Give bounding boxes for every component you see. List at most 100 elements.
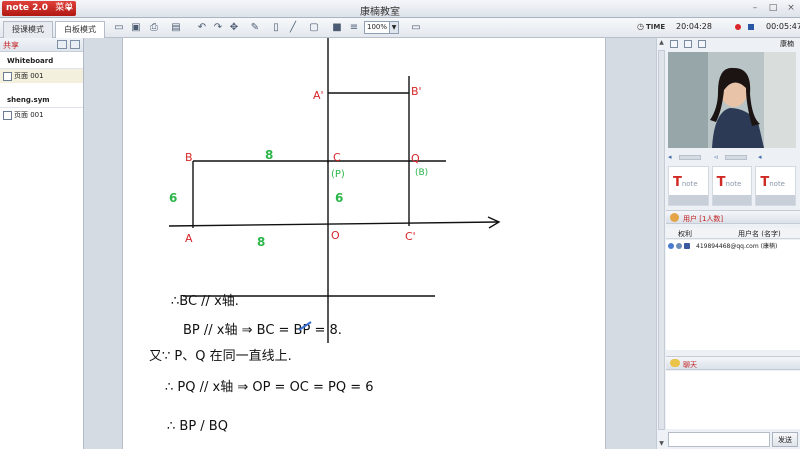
line-width-icon[interactable]: ≡ <box>348 22 360 34</box>
label-a: A <box>185 232 193 245</box>
handwriting-layer: A' B' B C Q A O C' 8 6 6 8 (P) (B) ∴BC /… <box>149 38 501 434</box>
close-icon[interactable]: × <box>786 3 796 13</box>
column-permission: 权利 <box>678 230 692 238</box>
window-title: 康楠教室 <box>360 7 400 18</box>
label-b-prime: B' <box>411 85 422 98</box>
label-q: Q <box>411 152 420 165</box>
line-icon[interactable]: ╱ <box>287 22 299 34</box>
whiteboard-canvas[interactable]: A' B' B C Q A O C' 8 6 6 8 (P) (B) ∴BC /… <box>122 38 606 449</box>
timer: ◷ TIME <box>637 22 665 31</box>
tnote-logo: Tnote <box>760 175 785 190</box>
chat-header: 聊天 <box>666 356 800 370</box>
zoom-select[interactable]: 100% ▼ <box>364 21 399 34</box>
app-menu-button[interactable]: note 2.0 菜单 <box>2 1 76 16</box>
volume-controls: ◂ ◃ ◂ <box>668 152 796 162</box>
length-bc: 8 <box>265 148 273 162</box>
student-video-slot[interactable]: Tnote <box>668 166 709 206</box>
clock-icon: ◷ <box>637 22 644 31</box>
page-icon <box>3 110 12 120</box>
fullscreen-icon[interactable] <box>698 40 706 48</box>
student-video-slot[interactable]: Tnote <box>711 166 753 206</box>
window-icon[interactable] <box>70 40 80 49</box>
users-count-label: 用户 [1人数] <box>683 215 724 223</box>
toolbar: 授课模式 白板模式 ▭ ▣ ⎙ ▤ ↶ ↷ ✥ ✎ ▯ ╱ ▢ ■ ≡ 100%… <box>0 18 800 38</box>
student-video-slot[interactable]: Tnote <box>755 166 797 206</box>
user-row[interactable]: 419894468@qq.com (康楠) <box>668 241 798 250</box>
right-panel: 康楠 ◂ ◃ ◂ Tnote Tnote Tnote 用户 [1人数] 权利 用… <box>666 38 800 449</box>
monitor-icon[interactable]: ▭ <box>410 22 422 34</box>
proof-line-5: ∴ BP / BQ <box>167 419 228 434</box>
camera-icon[interactable] <box>670 40 678 48</box>
undo-icon[interactable]: ↶ <box>196 22 208 34</box>
video-controls: 康楠 <box>666 38 800 50</box>
app-logo: note 2.0 <box>6 3 49 13</box>
label-p: (P) <box>331 169 345 180</box>
chevron-down-icon: ▼ <box>389 22 398 33</box>
chat-messages <box>666 371 800 429</box>
elapsed-time: 00:05:47 <box>766 22 800 31</box>
maximize-icon[interactable]: □ <box>768 3 778 13</box>
screen-capture-icon[interactable]: ▤ <box>170 22 182 34</box>
label-c-prime: C' <box>405 230 416 243</box>
page-label: 页面 001 <box>14 111 44 119</box>
mic-volume-slider[interactable] <box>679 154 701 160</box>
send-button[interactable]: 发送 <box>772 432 798 447</box>
proof-line-1: ∴BC // x轴. <box>171 294 239 309</box>
teacher-video <box>668 52 796 148</box>
time-label: TIME <box>645 22 666 31</box>
mic-icon[interactable]: ◂ <box>668 153 676 161</box>
speaker-icon[interactable]: ◃ <box>714 153 722 161</box>
zoom-value: 100% <box>367 23 388 31</box>
minimize-icon[interactable]: – <box>750 3 760 13</box>
length-ao: 8 <box>257 235 265 249</box>
label-a-prime: A' <box>313 89 324 102</box>
chat-label: 聊天 <box>683 361 697 369</box>
scroll-down-icon[interactable]: ▼ <box>658 440 665 448</box>
proof-line-3: 又∵ P、Q 在同一直线上. <box>149 349 292 364</box>
title-bar: note 2.0 菜单 康楠教室 – □ × <box>0 0 800 18</box>
move-icon[interactable]: ✥ <box>228 22 240 34</box>
scroll-thumb[interactable] <box>658 50 665 430</box>
scroll-up-icon[interactable]: ▲ <box>658 39 665 47</box>
tab-whiteboard-mode[interactable]: 白板模式 <box>55 21 105 38</box>
color-icon[interactable]: ■ <box>331 22 343 34</box>
user-name: 419894468@qq.com (康楠) <box>696 243 778 250</box>
share-panel-header: 共享 <box>0 38 83 52</box>
save-icon[interactable]: ▣ <box>130 22 142 34</box>
text-icon[interactable]: ▯ <box>270 22 282 34</box>
shape-icon[interactable]: ▢ <box>308 22 320 34</box>
tab-teaching-mode[interactable]: 授课模式 <box>3 21 53 38</box>
users-list: 419894468@qq.com (康楠) <box>666 240 800 350</box>
settings-icon[interactable] <box>684 40 692 48</box>
whiteboard-area: A' B' B C Q A O C' 8 6 6 8 (P) (B) ∴BC /… <box>84 38 656 449</box>
record-icon[interactable] <box>735 24 741 30</box>
user-icon <box>670 213 679 222</box>
pen-icon[interactable]: ✎ <box>249 22 261 34</box>
length-ab: 6 <box>169 191 177 205</box>
stop-icon[interactable] <box>748 24 754 30</box>
page-item[interactable]: 页面 001 <box>0 69 83 83</box>
student-videos: Tnote Tnote Tnote <box>668 166 797 206</box>
board-scrollbar[interactable]: ▲ ▼ <box>656 38 666 449</box>
label-b-paren: (B) <box>415 168 428 178</box>
users-columns: 权利 用户名 (名字) <box>666 228 800 239</box>
page-icon <box>3 71 12 81</box>
share-label: 共享 <box>3 41 19 50</box>
users-header: 用户 [1人数] <box>666 210 800 224</box>
label-c: C <box>333 151 341 164</box>
label-o: O <box>331 229 340 242</box>
speaker-icon[interactable]: ◂ <box>758 153 766 161</box>
print-icon[interactable]: ⎙ <box>148 22 160 34</box>
page-item[interactable]: 页面 001 <box>0 108 83 122</box>
current-time: 20:04:28 <box>676 22 712 31</box>
new-page-icon[interactable]: ▭ <box>113 22 125 34</box>
page-label: 页面 001 <box>14 72 44 80</box>
speaker-volume-slider[interactable] <box>725 154 747 160</box>
chevron-down-icon <box>66 7 72 11</box>
tnote-logo: Tnote <box>716 175 742 190</box>
upload-icon[interactable] <box>57 40 67 49</box>
proof-line-4: ∴ PQ // x轴 ⇒ OP = OC = PQ = 6 <box>165 380 374 395</box>
redo-icon[interactable]: ↷ <box>212 22 224 34</box>
tnote-logo: Tnote <box>673 175 698 190</box>
chat-input[interactable] <box>668 432 770 447</box>
